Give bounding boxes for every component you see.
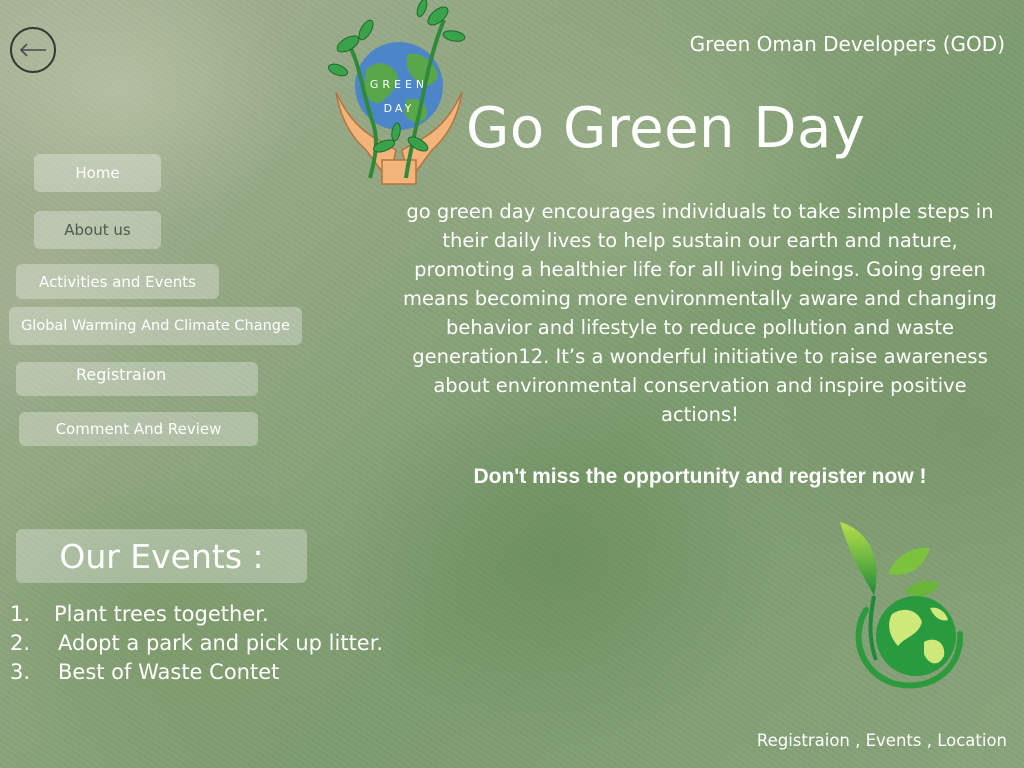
event-label: Plant trees together. [54, 602, 269, 626]
nav-activities-button[interactable]: Activities and Events [16, 264, 219, 299]
back-button[interactable] [10, 27, 56, 73]
nav-home-button[interactable]: Home [34, 154, 161, 192]
nav-registration-button[interactable]: Registraion [16, 362, 258, 396]
nav-comment-button[interactable]: Comment And Review [19, 412, 258, 446]
events-heading: Our Events : [16, 529, 307, 583]
event-item: 1. Plant trees together. [10, 600, 383, 629]
svg-text:DAY: DAY [384, 102, 415, 115]
event-label: Best of Waste Contet [58, 660, 280, 684]
description-text: go green day encourages individuals to t… [403, 200, 997, 426]
footer-links[interactable]: Registraion , Events , Location [757, 731, 1007, 750]
page-title: Go Green Day [466, 96, 866, 161]
event-item: 3. Best of Waste Contet [10, 658, 383, 687]
eco-globe-leaf-logo [840, 522, 964, 689]
event-label: Adopt a park and pick up litter. [58, 631, 384, 655]
nav-about-button[interactable]: About us [34, 211, 161, 249]
svg-text:GREEN: GREEN [370, 78, 428, 91]
nav-global-warming-button[interactable]: Global Warming And Climate Change [9, 307, 302, 345]
event-item: 2. Adopt a park and pick up litter. [10, 629, 383, 658]
event-number: 2. [10, 631, 31, 655]
brand-name: Green Oman Developers (GOD) [689, 32, 1005, 56]
back-arrow-icon [19, 43, 46, 57]
events-list: 1. Plant trees together. 2. Adopt a park… [10, 600, 383, 687]
event-number: 3. [10, 660, 31, 684]
register-cta-text: Don't miss the opportunity and register … [473, 465, 927, 488]
green-day-logo: GREEN DAY [327, 0, 466, 185]
event-number: 1. [10, 602, 31, 626]
